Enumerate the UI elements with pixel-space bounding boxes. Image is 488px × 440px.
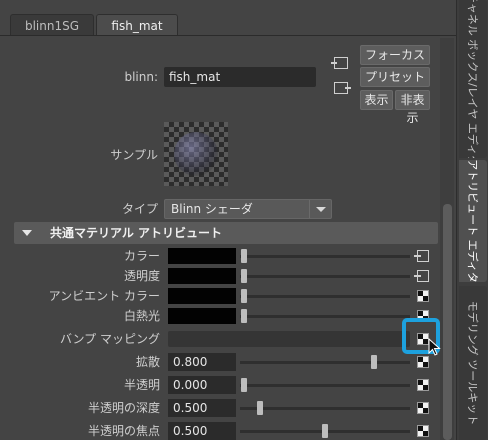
attr-label: 拡散 [135, 355, 160, 369]
checker-map-icon[interactable] [417, 379, 429, 391]
side-tab-modeling-toolkit[interactable]: モデリング ツールキット [459, 286, 487, 440]
collapse-arrow-icon [22, 230, 32, 236]
color-swatch[interactable] [168, 288, 236, 304]
color-swatch[interactable] [168, 248, 236, 264]
attr-slider-handle[interactable] [241, 289, 247, 303]
attr-row-diffuse: 拡散 0.800 [0, 352, 440, 372]
shader-type-value: Blinn シェーダ [171, 202, 253, 216]
checker-map-icon[interactable] [417, 425, 429, 437]
vertical-scrollbar[interactable] [440, 38, 454, 440]
focus-button[interactable]: フォーカス [360, 45, 430, 65]
attr-slider-handle[interactable] [322, 424, 328, 438]
sample-sphere [174, 132, 218, 176]
attr-label: 半透明の焦点 [87, 424, 160, 438]
attr-slider-track[interactable] [240, 361, 410, 364]
attr-label: 白熱光 [123, 309, 160, 323]
show-button[interactable]: 表示 [360, 90, 393, 110]
side-tab-strip: チャネル ボックス/レイヤ エディタ アトリビュート エディタ モデリング ツー… [456, 0, 488, 440]
attr-row-incandescence: 白熱光 [0, 306, 440, 326]
sample-label: サンプル [110, 148, 158, 162]
color-swatch[interactable] [168, 308, 236, 324]
tab-blinn1sg[interactable]: blinn1SG [10, 14, 94, 36]
attr-value-field[interactable]: 0.500 [168, 399, 236, 417]
attr-slider-track[interactable] [240, 407, 410, 410]
attr-label: 半透明 [123, 378, 160, 392]
attr-row-translucence-depth: 半透明の深度 0.500 [0, 398, 440, 418]
material-sample-swatch [164, 122, 228, 186]
attr-row-translucence: 半透明 0.000 [0, 375, 440, 395]
common-material-attributes-header[interactable]: 共通マテリアル アトリビュート [14, 222, 438, 244]
connected-input-icon[interactable] [414, 250, 429, 262]
attr-row-transparency: 透明度 [0, 266, 440, 286]
shader-type-dropdown[interactable]: Blinn シェーダ [164, 199, 332, 219]
attr-slider-handle[interactable] [371, 355, 377, 369]
attr-value-field[interactable]: 0.800 [168, 353, 236, 371]
bump-map-field[interactable] [168, 331, 410, 347]
node-type-label: blinn: [124, 70, 158, 84]
chevron-down-icon [309, 200, 331, 218]
attr-slider-track[interactable] [240, 255, 410, 258]
hide-button[interactable]: 非表示 [395, 90, 430, 125]
attr-slider-handle[interactable] [241, 249, 247, 263]
attr-value-field[interactable]: 0.500 [168, 422, 236, 440]
attr-slider-track[interactable] [240, 295, 410, 298]
tab-fish-mat[interactable]: fish_mat [96, 14, 178, 36]
attr-row-translucence-focus: 半透明の焦点 0.500 [0, 421, 440, 440]
presets-button[interactable]: プリセット [360, 67, 430, 87]
checker-map-icon[interactable] [417, 290, 429, 302]
attr-slider-handle[interactable] [241, 378, 247, 392]
connected-input-icon[interactable] [414, 270, 429, 282]
type-label: タイプ [121, 202, 158, 216]
attr-label: 半透明の深度 [87, 401, 160, 415]
attr-slider-handle[interactable] [241, 309, 247, 323]
input-connections-icon[interactable] [331, 57, 348, 69]
attr-label: カラー [123, 249, 160, 263]
side-tab-label: アトリビュート エディタ [466, 160, 479, 282]
section-title: 共通マテリアル アトリビュート [50, 226, 223, 240]
attr-slider-track[interactable] [240, 275, 410, 278]
attr-label: アンビエント カラー [48, 289, 160, 303]
attr-slider-handle[interactable] [257, 401, 263, 415]
attr-label: 透明度 [123, 269, 160, 283]
attr-row-ambient-color: アンビエント カラー [0, 286, 440, 306]
side-tab-attribute-editor[interactable]: アトリビュート エディタ [459, 160, 487, 282]
side-tab-channel-box[interactable]: チャネル ボックス/レイヤ エディタ [459, 0, 487, 158]
mouse-pointer-icon [428, 338, 441, 356]
checker-map-icon[interactable] [417, 356, 429, 368]
attr-slider-track[interactable] [240, 315, 410, 318]
side-tab-label: チャネル ボックス/レイヤ エディタ [466, 0, 479, 158]
attr-slider-handle[interactable] [241, 269, 247, 283]
attr-slider-track[interactable] [240, 384, 410, 387]
checker-map-icon[interactable] [417, 402, 429, 414]
attr-row-color: カラー [0, 246, 440, 266]
node-name-field[interactable]: fish_mat [164, 67, 316, 87]
output-connections-icon[interactable] [334, 82, 351, 94]
tab-divider [0, 35, 456, 36]
color-swatch[interactable] [168, 268, 236, 284]
scrollbar-thumb[interactable] [443, 204, 452, 440]
attr-value-field[interactable]: 0.000 [168, 376, 236, 394]
tab-bar: blinn1SG fish_mat [0, 0, 456, 36]
attr-row-bump-mapping: バンプ マッピング [0, 329, 440, 349]
attr-label: バンプ マッピング [59, 332, 160, 346]
side-tab-label: モデリング ツールキット [466, 300, 479, 426]
